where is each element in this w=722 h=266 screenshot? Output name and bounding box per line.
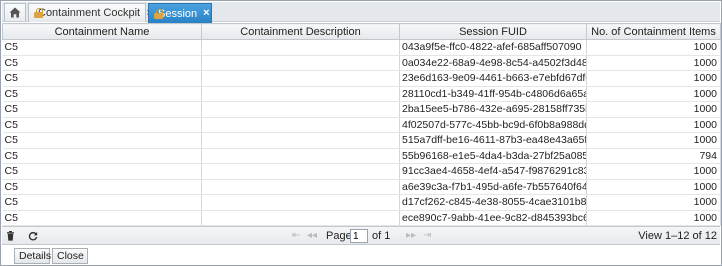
- table-row[interactable]: C5 4f02507d-577c-45bb-bc9d-6f0b8a988dd7 10…: [2, 117, 721, 133]
- cell-containment-items: 1000: [586, 101, 721, 118]
- cell-containment-description: [201, 70, 400, 87]
- cell-containment-name: C5: [2, 179, 202, 195]
- tab-label: Containment Cockpit: [38, 7, 141, 19]
- table-body: C5 043a9f5e-ffc0-4822-afef-685aff507090 10…: [2, 39, 721, 226]
- tab-bar: Containment Cockpit × Session ×: [2, 2, 720, 23]
- tab-label: Session: [158, 7, 198, 20]
- table-header-row: Containment Name Containment Description…: [2, 23, 721, 40]
- cell-session-fuid: 55b96168-e1e5-4da4-b3da-27bf25a085cb: [399, 148, 587, 164]
- cell-containment-items: 1000: [586, 55, 721, 71]
- cell-containment-items: 1000: [586, 210, 721, 226]
- next-page-icon[interactable]: ▸▸: [406, 230, 416, 241]
- cell-containment-name: C5: [2, 163, 202, 180]
- cell-containment-name: C5: [2, 86, 202, 102]
- trash-icon[interactable]: [6, 231, 15, 241]
- cell-containment-description: [201, 210, 400, 226]
- table-row[interactable]: C5 2ba15ee5-b786-432e-a695-28158ff735b4 10…: [2, 101, 721, 118]
- cell-session-fuid: 515a7dff-be16-4611-87b3-ea48e43a65fd: [399, 132, 587, 149]
- cell-containment-items: 1000: [586, 194, 721, 211]
- record-count: View 1–12 of 12: [638, 230, 717, 242]
- cell-containment-description: [201, 194, 400, 211]
- cell-containment-name: C5: [2, 148, 202, 164]
- close-icon[interactable]: ×: [203, 8, 209, 19]
- table-row[interactable]: C5 515a7dff-be16-4611-87b3-ea48e43a65fd 10…: [2, 132, 721, 149]
- table-row[interactable]: C5 28110cd1-b349-41ff-954b-c4806d6a65ad 10…: [2, 86, 721, 102]
- details-button[interactable]: Details: [14, 248, 51, 264]
- cell-containment-items: 1000: [586, 179, 721, 195]
- column-header-items[interactable]: No. of Containment Items: [586, 23, 721, 40]
- cell-containment-name: C5: [2, 132, 202, 149]
- home-tab[interactable]: [4, 3, 26, 21]
- cell-session-fuid: 23e6d163-9e09-4461-b663-e7ebfd67df02: [399, 70, 587, 87]
- page-label: Page: [326, 230, 352, 242]
- cell-containment-name: C5: [2, 39, 202, 56]
- cell-containment-items: 1000: [586, 132, 721, 149]
- cell-session-fuid: d17cf262-c845-4e38-8055-4cae3101b896: [399, 194, 587, 211]
- cell-containment-description: [201, 132, 400, 149]
- cell-containment-description: [201, 179, 400, 195]
- cell-session-fuid: a6e39c3a-f7b1-495d-a6fe-7b557640f64c: [399, 179, 587, 195]
- cell-session-fuid: 043a9f5e-ffc0-4822-afef-685aff507090: [399, 39, 587, 56]
- containment-table: Containment Name Containment Description…: [2, 23, 721, 226]
- tab-containment-cockpit[interactable]: Containment Cockpit ×: [28, 3, 153, 22]
- cell-containment-name: C5: [2, 101, 202, 118]
- cell-containment-items: 794: [586, 148, 721, 164]
- cell-containment-name: C5: [2, 210, 202, 226]
- first-page-icon[interactable]: ⇤: [292, 230, 300, 241]
- table-row[interactable]: C5 043a9f5e-ffc0-4822-afef-685aff507090 10…: [2, 39, 721, 56]
- home-icon: [9, 7, 21, 18]
- cell-containment-items: 1000: [586, 163, 721, 180]
- close-button[interactable]: Close: [52, 248, 88, 264]
- cell-containment-description: [201, 148, 400, 164]
- cell-session-fuid: ece890c7-9abb-41ee-9c82-d845393bc6be: [399, 210, 587, 226]
- cell-session-fuid: 2ba15ee5-b786-432e-a695-28158ff735b4: [399, 101, 587, 118]
- cell-session-fuid: 28110cd1-b349-41ff-954b-c4806d6a65ad: [399, 86, 587, 102]
- table-row[interactable]: C5 55b96168-e1e5-4da4-b3da-27bf25a085cb 79…: [2, 148, 721, 164]
- refresh-icon[interactable]: [28, 231, 38, 241]
- cell-containment-items: 1000: [586, 117, 721, 133]
- cell-containment-description: [201, 163, 400, 180]
- table-row[interactable]: C5 d17cf262-c845-4e38-8055-4cae3101b896 10…: [2, 194, 721, 211]
- session-window: Containment Cockpit × Session × Containm…: [0, 0, 722, 266]
- cell-containment-description: [201, 86, 400, 102]
- cell-containment-name: C5: [2, 70, 202, 87]
- column-header-name[interactable]: Containment Name: [2, 23, 202, 40]
- page-total-label: of 1: [372, 230, 391, 242]
- cell-containment-name: C5: [2, 55, 202, 71]
- cell-containment-name: C5: [2, 117, 202, 133]
- cell-containment-description: [201, 55, 400, 71]
- pager-bar: ⇤ ◂◂ Page of 1 ▸▸ ⇥ View 1–12 of 12: [2, 226, 720, 245]
- cell-containment-items: 1000: [586, 70, 721, 87]
- table-row[interactable]: C5 23e6d163-9e09-4461-b663-e7ebfd67df02 10…: [2, 70, 721, 87]
- column-header-fuid[interactable]: Session FUID: [399, 23, 587, 40]
- table-row[interactable]: C5 ece890c7-9abb-41ee-9c82-d845393bc6be 10…: [2, 210, 721, 226]
- table-row[interactable]: C5 a6e39c3a-f7b1-495d-a6fe-7b557640f64c 10…: [2, 179, 721, 195]
- cell-containment-name: C5: [2, 194, 202, 211]
- previous-page-icon[interactable]: ◂◂: [307, 230, 317, 241]
- table-row[interactable]: C5 91cc3ae4-4658-4ef4-a547-f9876291c836 10…: [2, 163, 721, 180]
- cell-containment-description: [201, 101, 400, 118]
- cell-containment-description: [201, 117, 400, 133]
- cell-containment-description: [201, 39, 400, 56]
- tab-session[interactable]: Session ×: [148, 3, 212, 23]
- cell-session-fuid: 4f02507d-577c-45bb-bc9d-6f0b8a988dd7: [399, 117, 587, 133]
- table-row[interactable]: C5 0a034e22-68a9-4e98-8c54-a4502f3d4803 10…: [2, 55, 721, 71]
- cell-containment-items: 1000: [586, 39, 721, 56]
- column-header-description[interactable]: Containment Description: [201, 23, 400, 40]
- page-number-input[interactable]: [350, 229, 368, 243]
- cell-session-fuid: 91cc3ae4-4658-4ef4-a547-f9876291c836: [399, 163, 587, 180]
- last-page-icon[interactable]: ⇥: [423, 230, 431, 241]
- cell-session-fuid: 0a034e22-68a9-4e98-8c54-a4502f3d4803: [399, 55, 587, 71]
- cell-containment-items: 1000: [586, 86, 721, 102]
